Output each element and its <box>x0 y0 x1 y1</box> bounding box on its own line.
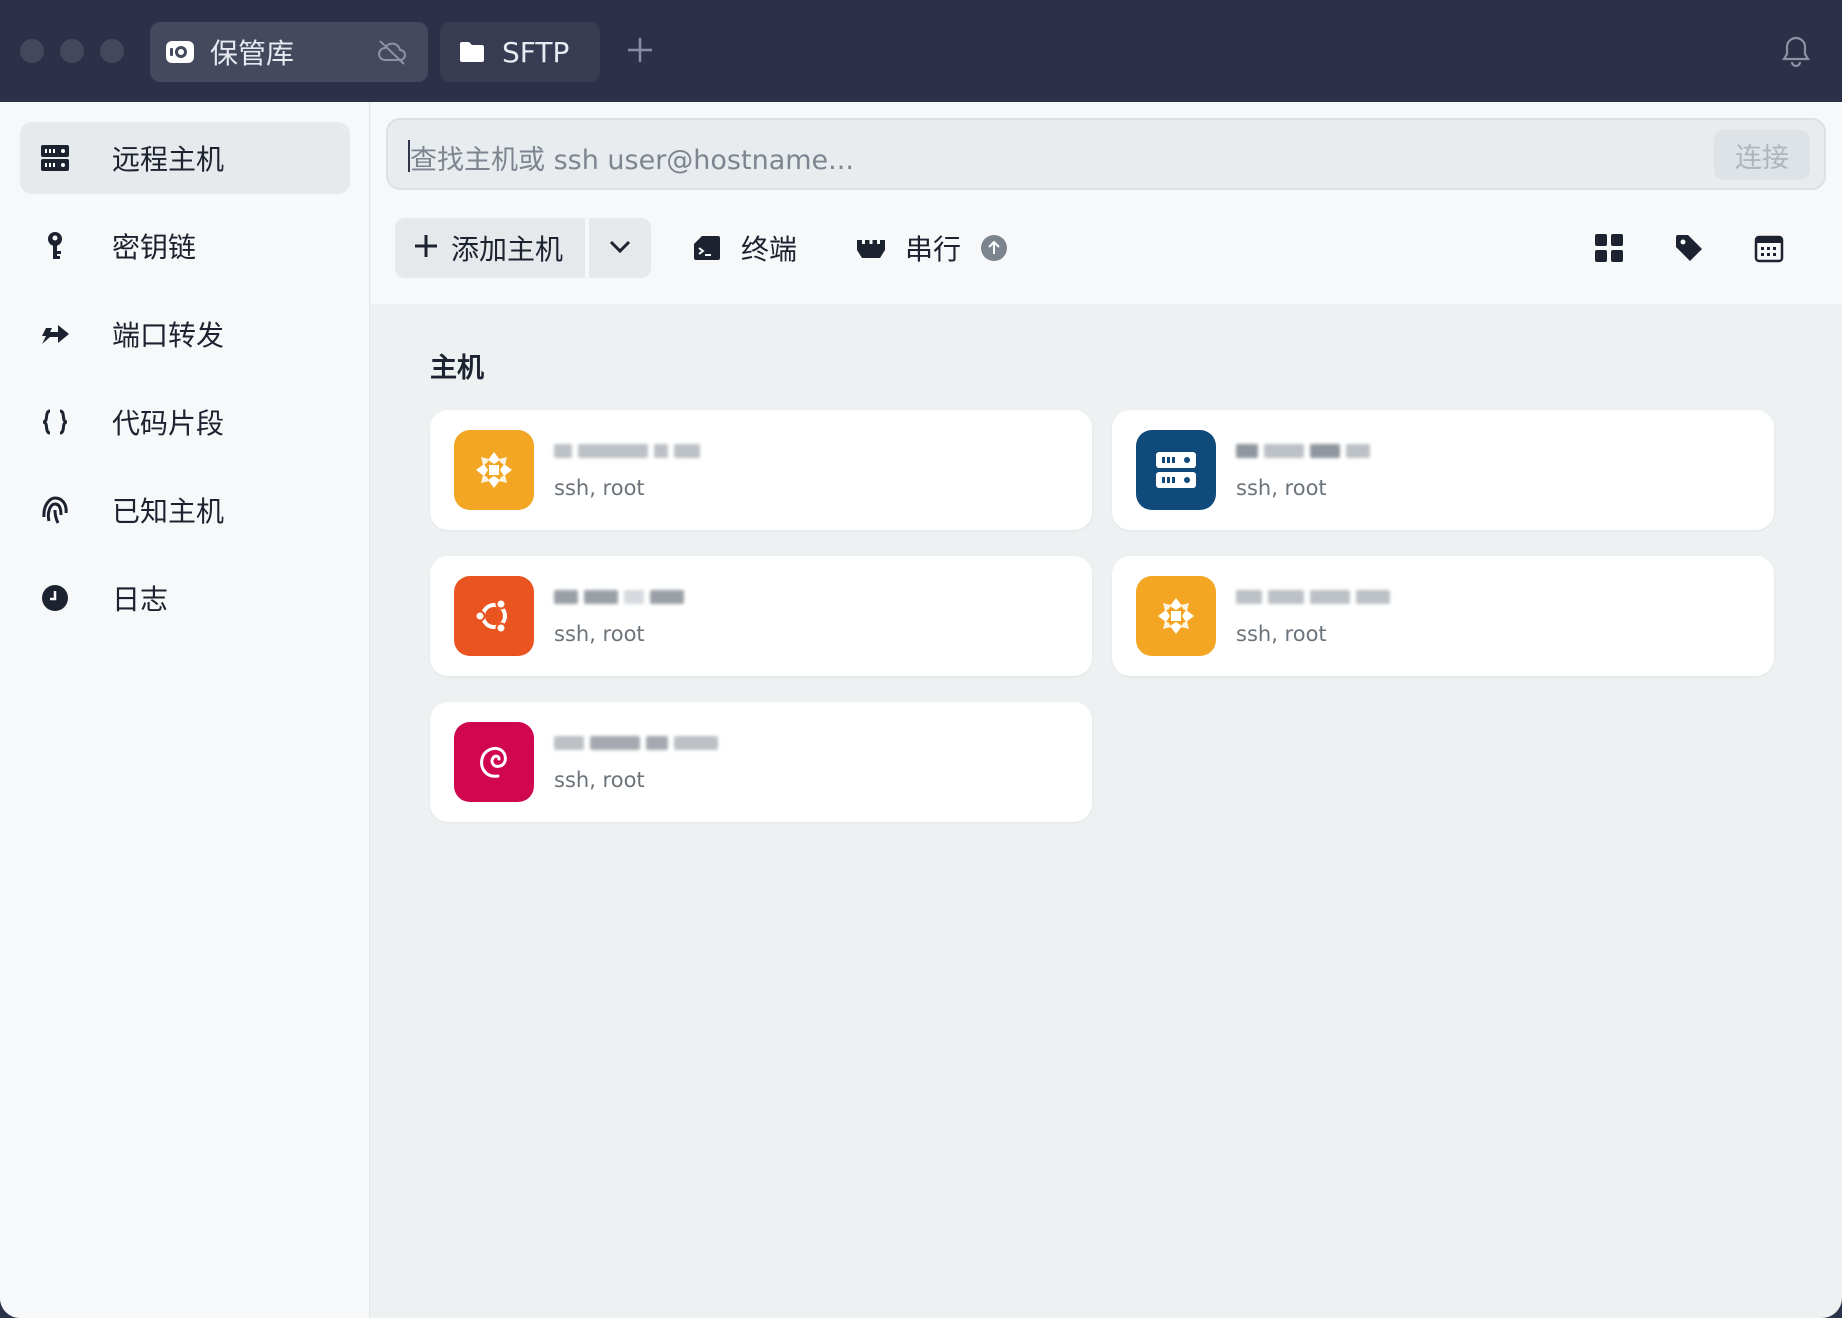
host-card[interactable]: ssh, root <box>430 702 1092 822</box>
search-input[interactable]: 查找主机或 ssh user@hostname... <box>410 138 854 177</box>
port-forward-icon <box>38 317 72 351</box>
add-host-button[interactable]: 添加主机 <box>395 218 585 278</box>
sidebar-item-known-hosts[interactable]: 已知主机 <box>20 474 350 546</box>
centos-icon <box>1136 576 1216 656</box>
connect-button[interactable]: 连接 <box>1714 130 1810 180</box>
host-subtitle: ssh, root <box>554 622 645 646</box>
sidebar-item-label: 端口转发 <box>112 319 225 352</box>
terminal-icon <box>691 232 723 264</box>
clock-icon <box>38 581 72 615</box>
tab-sftp[interactable]: SFTP <box>440 22 600 82</box>
calendar-icon[interactable] <box>1751 230 1787 266</box>
toolbar: 查找主机或 ssh user@hostname... 连接 添加主机 终端 串行 <box>371 102 1842 304</box>
sidebar-item-snippets[interactable]: 代码片段 <box>20 386 350 458</box>
terminal-label: 终端 <box>741 233 798 266</box>
plus-icon <box>413 233 439 263</box>
folder-icon <box>456 36 488 68</box>
sidebar-item-label: 远程主机 <box>112 143 225 176</box>
hostname-redacted <box>554 440 700 462</box>
sidebar-item-logs[interactable]: 日志 <box>20 562 350 634</box>
sidebar-item-label: 日志 <box>112 583 169 616</box>
braces-icon <box>38 405 72 439</box>
sidebar-item-label: 代码片段 <box>112 407 225 440</box>
sidebar-item-hosts[interactable]: 远程主机 <box>20 122 350 194</box>
search-bar[interactable]: 查找主机或 ssh user@hostname... 连接 <box>386 118 1826 190</box>
host-card[interactable]: ssh, root <box>430 556 1092 676</box>
hostname-redacted <box>1236 586 1390 608</box>
vault-icon <box>164 36 196 68</box>
host-card[interactable]: ssh, root <box>1112 410 1774 530</box>
serial-port-icon <box>855 232 887 264</box>
host-subtitle: ssh, root <box>554 476 645 500</box>
plus-icon[interactable] <box>624 34 656 66</box>
host-subtitle: ssh, root <box>1236 476 1327 500</box>
serial-label: 串行 <box>905 233 962 266</box>
fingerprint-icon <box>38 493 72 527</box>
host-card[interactable]: ssh, root <box>430 410 1092 530</box>
window-body: 远程主机 密钥链 端口转发 代码片段 已知主机 日志 查找主机或 ssh use… <box>0 102 1842 1318</box>
centos-icon <box>454 430 534 510</box>
server-icon <box>1136 430 1216 510</box>
host-subtitle: ssh, root <box>554 768 645 792</box>
sidebar: 远程主机 密钥链 端口转发 代码片段 已知主机 日志 <box>0 102 370 1318</box>
sidebar-item-label: 密钥链 <box>112 231 197 264</box>
cloud-off-icon[interactable] <box>376 38 408 66</box>
ubuntu-icon <box>454 576 534 656</box>
hostname-redacted <box>554 586 684 608</box>
terminal-button[interactable]: 终端 <box>691 218 797 278</box>
section-title-hosts: 主机 <box>430 353 484 384</box>
host-subtitle: ssh, root <box>1236 622 1327 646</box>
window-close-button[interactable] <box>20 39 44 63</box>
serial-button[interactable]: 串行 <box>855 218 1008 278</box>
sidebar-item-port-forwarding[interactable]: 端口转发 <box>20 298 350 370</box>
server-icon <box>38 141 72 175</box>
window-minimize-button[interactable] <box>60 39 84 63</box>
key-icon <box>38 229 72 263</box>
grid-view-icon[interactable] <box>1591 230 1627 266</box>
sidebar-item-keychain[interactable]: 密钥链 <box>20 210 350 282</box>
hostname-redacted <box>554 732 718 754</box>
sidebar-item-label: 已知主机 <box>112 495 225 528</box>
title-bar: 保管库 SFTP <box>0 0 1842 102</box>
debian-icon <box>454 722 534 802</box>
chevron-down-icon <box>609 239 631 258</box>
bell-icon[interactable] <box>1780 34 1812 68</box>
add-host-dropdown-button[interactable] <box>589 218 651 278</box>
tab-sftp-label: SFTP <box>502 35 570 69</box>
host-card[interactable]: ssh, root <box>1112 556 1774 676</box>
upgrade-arrow-icon <box>981 235 1008 261</box>
hostname-redacted <box>1236 440 1370 462</box>
tab-vault[interactable]: 保管库 <box>150 22 428 82</box>
tag-icon[interactable] <box>1671 230 1707 266</box>
tab-vault-label: 保管库 <box>210 37 295 70</box>
add-host-label: 添加主机 <box>451 233 564 266</box>
window-maximize-button[interactable] <box>100 39 124 63</box>
